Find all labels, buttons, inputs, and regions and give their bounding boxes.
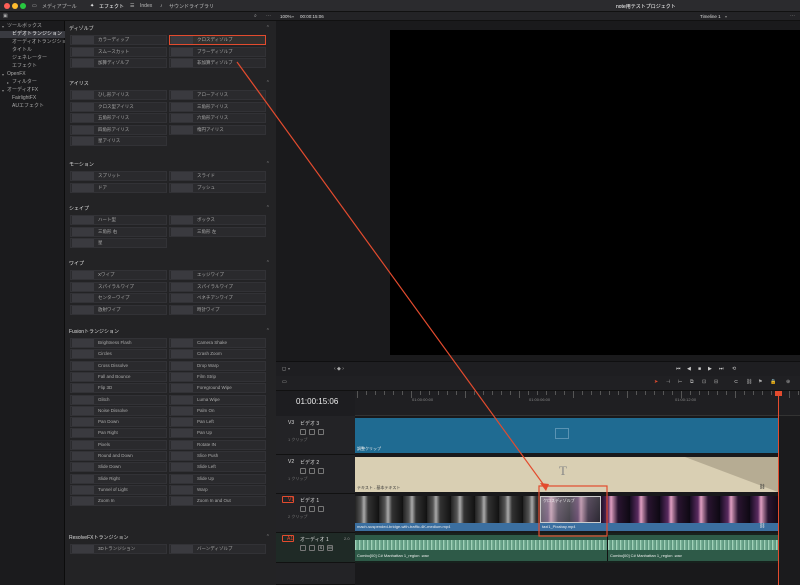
annotation-arrow (236, 61, 547, 489)
annotation-overlay (236, 61, 608, 537)
annotation-box (538, 485, 608, 537)
annotation-arrowhead (540, 483, 549, 491)
